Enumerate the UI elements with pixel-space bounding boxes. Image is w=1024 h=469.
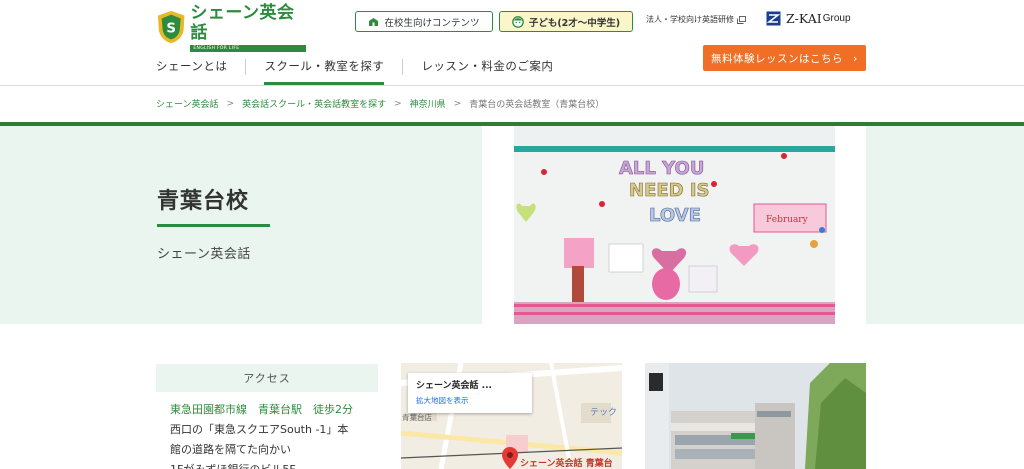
nav-item-about[interactable]: シェーンとは (156, 50, 227, 85)
corporate-training-label: 法人・学校向け英語研修 (646, 15, 734, 24)
header-divider (0, 85, 1024, 86)
student-content-label: 在校生向けコンテンツ (384, 17, 480, 29)
access-line-detail: 西口の「東急スクエアSouth -1」本 (170, 423, 349, 436)
breadcrumb-separator: > (394, 98, 402, 109)
map-pin-icon[interactable] (502, 447, 518, 469)
photo-text-line2: NEED IS (629, 180, 710, 201)
breadcrumb-separator: > (453, 98, 462, 109)
breadcrumb-separator: > (226, 98, 235, 109)
free-trial-button[interactable]: 無料体験レッスンはこちら › (703, 45, 866, 71)
zkai-wordmark: Z-KAI (786, 11, 822, 26)
access-line-detail: 1Fがみずほ銀行のビル5F (170, 460, 375, 469)
svg-text:S: S (166, 22, 176, 37)
main-nav: シェーンとは スクール・教室を探す レッスン・料金のご案内 (156, 50, 553, 85)
kids-course-label: 子ども(2才〜中学生) (528, 17, 621, 29)
photo-text-line3: LOVE (649, 205, 701, 226)
breadcrumb-prefecture[interactable]: 神奈川県 (410, 97, 446, 110)
site-header: S シェーン英会話 ENGLISH FOR LIFE 在校生向けコンテンツ 子ど… (0, 0, 1024, 86)
zkai-group-link[interactable]: Z-KAI Group (766, 11, 851, 26)
school-building-icon (368, 17, 379, 27)
free-trial-label: 無料体験レッスンはこちら (711, 52, 844, 65)
photo-text-line1: ALL YOU (619, 158, 704, 179)
hero-gap (835, 126, 866, 324)
map-card-title: シェーン英会話 ... (416, 381, 492, 391)
map-place-label: テック (590, 408, 618, 418)
access-directions: 東急田園都市線 青葉台駅 徒歩2分 西口の「東急スクエアSouth -1」本 館… (170, 400, 375, 469)
page-title: 青葉台校 (157, 189, 250, 214)
nav-item-find-school[interactable]: スクール・教室を探す (264, 50, 385, 85)
view-larger-map-link[interactable]: 拡大地図を表示 (416, 395, 524, 406)
map-info-card: シェーン英会話 ... 拡大地図を表示 (408, 373, 532, 413)
chevron-right-icon: › (853, 51, 858, 65)
school-building-photo (645, 363, 866, 469)
breadcrumb-current: 青葉台の英会話教室（青葉台校） (469, 100, 605, 110)
child-face-icon (511, 15, 524, 28)
map-place-label: 青葉台店 (402, 413, 432, 422)
map-pin-label: シェーン英会話 青葉台 (520, 459, 613, 469)
zkai-logo-icon (766, 11, 781, 26)
kids-course-button[interactable]: 子ども(2才〜中学生) (499, 11, 633, 32)
breadcrumb-find-school[interactable]: 英会話スクール・英会話教室を探す (242, 97, 386, 110)
zkai-group-text: Group (822, 13, 851, 24)
nav-divider (402, 59, 404, 75)
student-content-button[interactable]: 在校生向けコンテンツ (355, 11, 493, 32)
logo-wordmark: シェーン英会話 (190, 2, 295, 43)
access-line-detail: 館の道路を隔てた向かい (170, 443, 291, 456)
access-line-station: 東急田園都市線 青葉台駅 徒歩2分 (170, 403, 353, 416)
hero-gap (482, 126, 514, 324)
shield-logo-icon: S (157, 10, 185, 44)
external-window-icon (737, 15, 746, 24)
access-heading: アクセス (156, 364, 378, 392)
nav-item-lessons-pricing[interactable]: レッスン・料金のご案内 (421, 50, 553, 85)
breadcrumb-home[interactable]: シェーン英会話 (156, 97, 219, 110)
classroom-bulletin-board-photo: ALL YOU NEED IS LOVE February (514, 126, 835, 324)
school-brand-name: シェーン英会話 (157, 247, 251, 262)
nav-divider (245, 59, 247, 75)
corporate-training-link[interactable]: 法人・学校向け英語研修 (646, 14, 746, 25)
breadcrumb: シェーン英会話 > 英会話スクール・英会話教室を探す > 神奈川県 > 青葉台の… (156, 97, 605, 111)
site-logo[interactable]: S シェーン英会話 ENGLISH FOR LIFE (156, 3, 306, 52)
title-underline (157, 224, 270, 227)
photo-text-tag: February (766, 215, 809, 225)
